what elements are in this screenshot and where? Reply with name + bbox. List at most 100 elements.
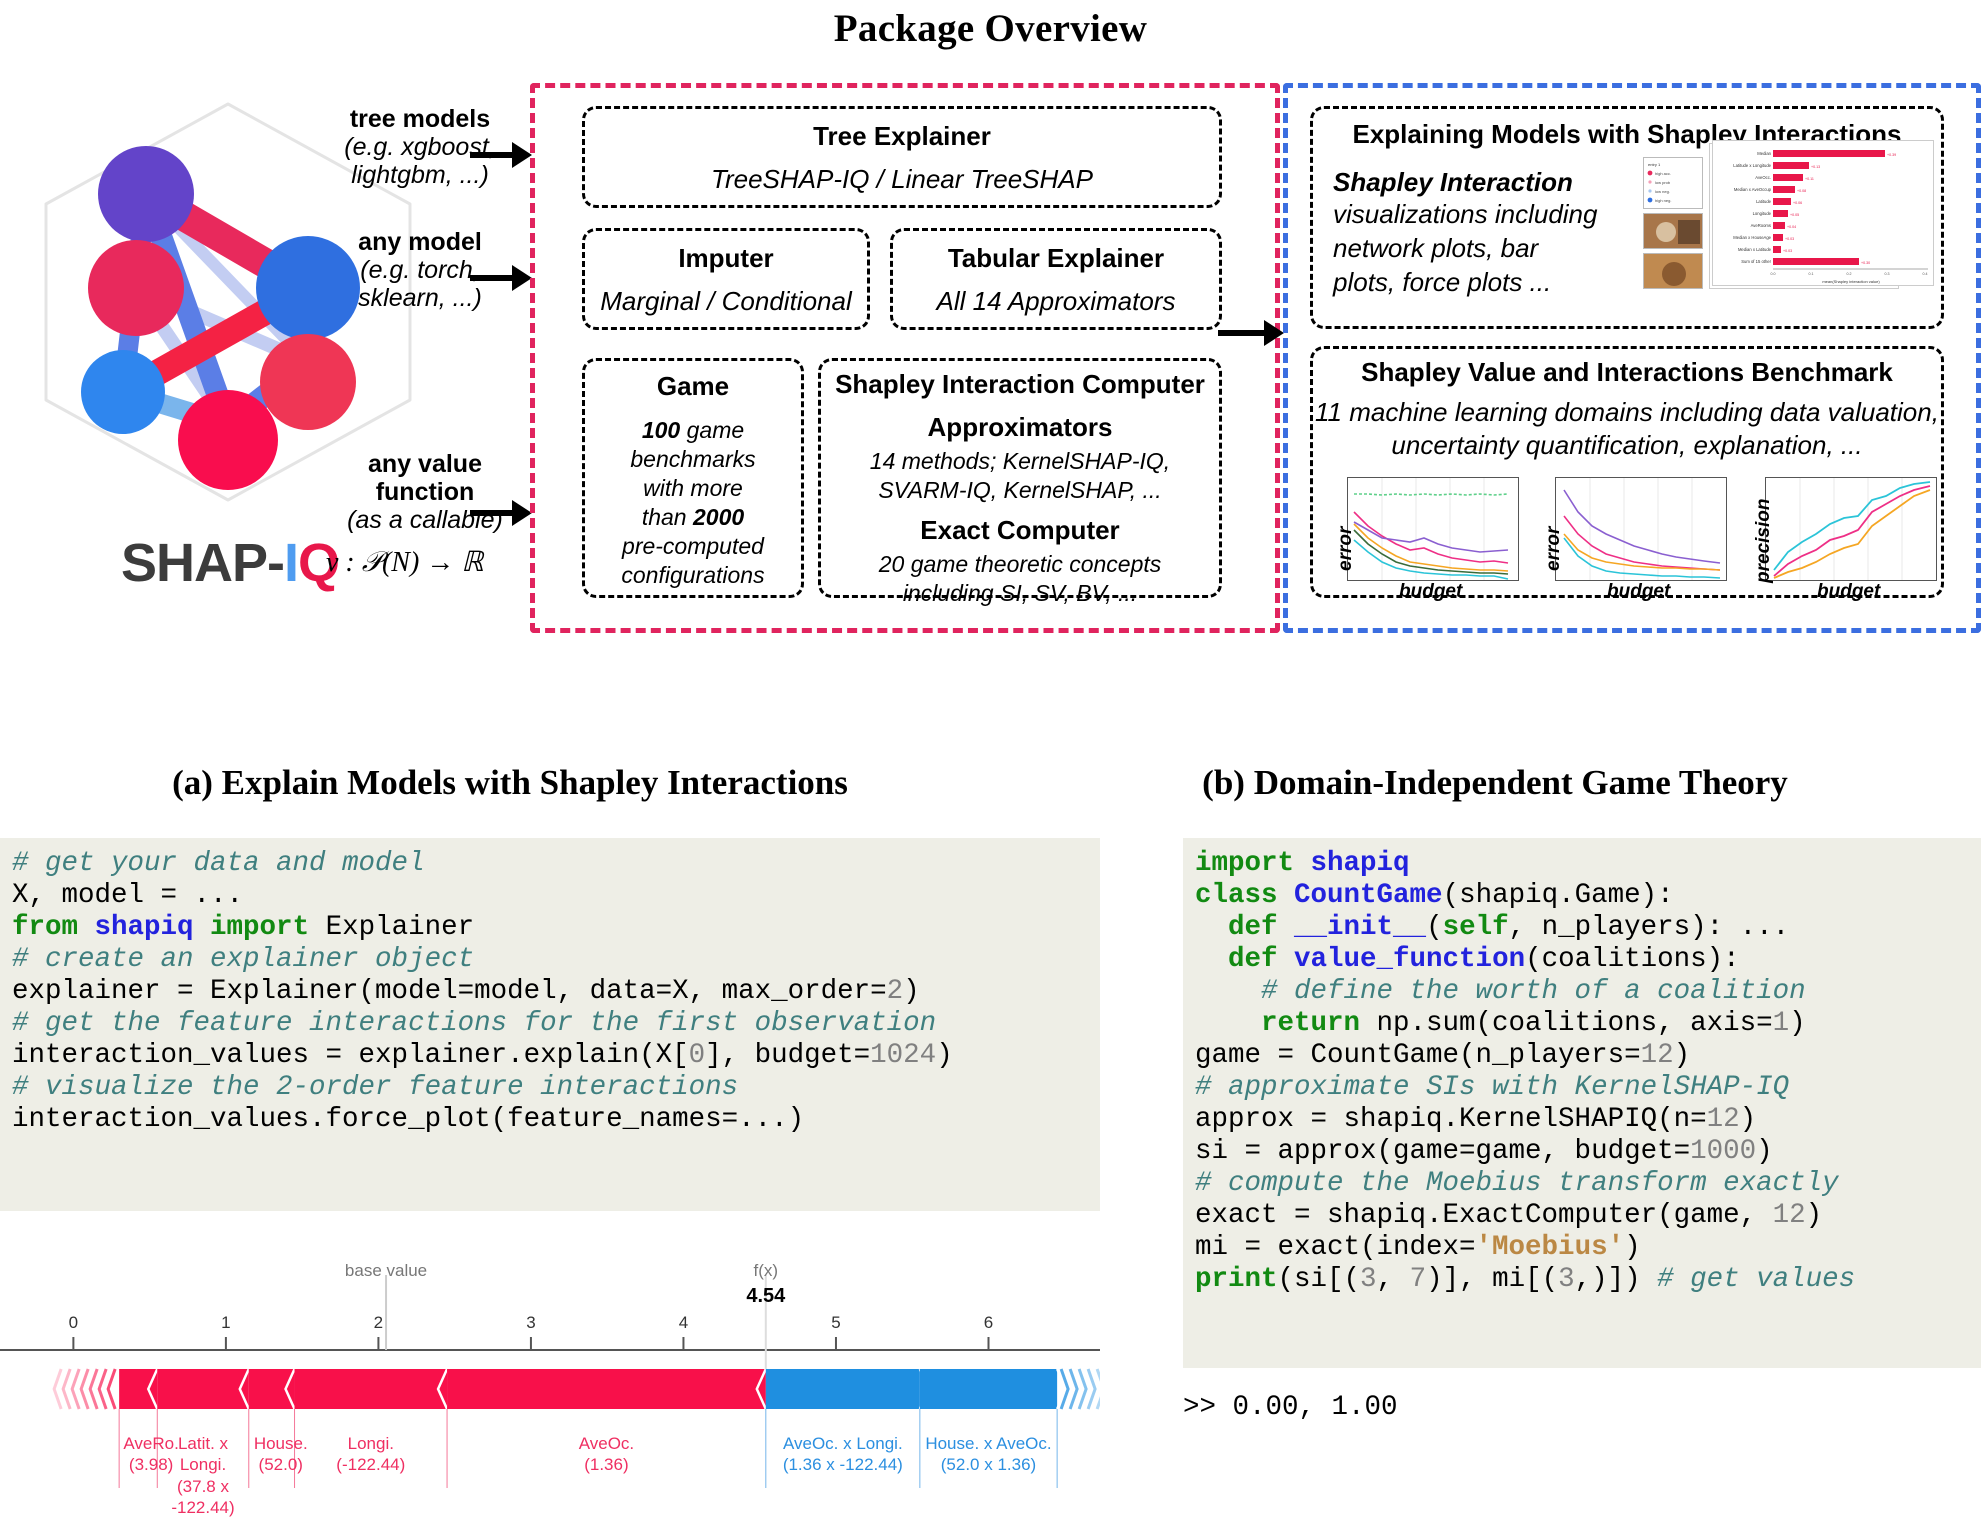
code-line: print(si[(3, 7)], mi[(3,)]) # get values	[1195, 1264, 1969, 1296]
box-imputer-title: Imputer	[585, 243, 867, 274]
code-line: interaction_values = explainer.explain(X…	[12, 1040, 1088, 1072]
svg-text:+0.39: +0.39	[1887, 153, 1896, 157]
svg-text:high acc.: high acc.	[1655, 171, 1671, 176]
box-tree-explainer[interactable]: Tree Explainer TreeSHAP-IQ / Linear Tree…	[582, 106, 1222, 208]
benchmark-chart-2	[1555, 477, 1727, 581]
svg-text:Latitude: Latitude	[1756, 199, 1772, 204]
code-line: approx = shapiq.KernelSHAPIQ(n=12)	[1195, 1104, 1969, 1136]
svg-text:+0.05: +0.05	[1790, 213, 1799, 217]
section-a-heading: (a) Explain Models with Shapley Interact…	[30, 763, 990, 803]
svg-text:entry 1: entry 1	[1648, 162, 1661, 167]
page-title: Package Overview	[0, 6, 1981, 51]
code-line: def value_function(coalitions):	[1195, 944, 1969, 976]
force-plot-fx-value: 4.54	[721, 1285, 811, 1308]
svg-text:Median x AveOccup: Median x AveOccup	[1734, 187, 1772, 192]
code-line: from shapiq import Explainer	[12, 912, 1088, 944]
code-line: si = approx(game=game, budget=1000)	[1195, 1136, 1969, 1168]
svg-text:Median x Latitude: Median x Latitude	[1738, 247, 1772, 252]
logo-text-blue: I	[284, 533, 298, 593]
box-benchmark-title: Shapley Value and Interactions Benchmark	[1313, 357, 1941, 388]
box-imputer[interactable]: Imputer Marginal / Conditional	[582, 228, 870, 330]
feature-name: AveOc.	[449, 1433, 764, 1454]
feature-value: (1.36 x -122.44)	[768, 1454, 918, 1475]
svg-text:Median x HouseAge: Median x HouseAge	[1733, 235, 1771, 240]
code-line: # define the worth of a coalition	[1195, 976, 1969, 1008]
force-plot-fx-label: f(x)	[726, 1261, 806, 1281]
force-plot-segment	[157, 1369, 249, 1409]
force-plot-segment	[119, 1369, 157, 1409]
force-plot-feature-label: House. x AveOc.(52.0 x 1.36)	[922, 1433, 1055, 1476]
arrow-core-to-apps	[1218, 320, 1286, 346]
svg-text:low prob: low prob	[1655, 180, 1671, 185]
box-benchmark-body: 11 machine learning domains including da…	[1313, 396, 1941, 461]
feature-name: House. x AveOc.	[922, 1433, 1055, 1454]
force-plot-feature-label: Longi.(-122.44)	[297, 1433, 446, 1476]
code-line: # get your data and model	[12, 848, 1088, 880]
code-line: # get the feature interactions for the f…	[12, 1008, 1088, 1040]
input-label-tree-models-title: tree models	[320, 105, 520, 133]
code-line: # approximate SIs with KernelSHAP-IQ	[1195, 1072, 1969, 1104]
force-plot-tick: 4	[679, 1313, 688, 1332]
box-tree-explainer-title: Tree Explainer	[585, 121, 1219, 152]
svg-text:+0.30: +0.30	[1861, 261, 1870, 265]
box-imputer-sub: Marginal / Conditional	[585, 286, 867, 317]
force-plot-tick: 5	[831, 1313, 840, 1332]
code-line: explainer = Explainer(model=model, data=…	[12, 976, 1088, 1008]
svg-text:0.4: 0.4	[1923, 272, 1928, 276]
box-game[interactable]: Game 100 game benchmarks with more than …	[582, 358, 804, 598]
arrow-any-value-function	[470, 500, 532, 526]
svg-text:Sum of 15 other: Sum of 15 other	[1741, 259, 1771, 264]
svg-text:Median: Median	[1757, 151, 1771, 156]
input-label-any-value-function-title: any value function	[320, 450, 530, 506]
svg-text:Longitude: Longitude	[1753, 211, 1772, 216]
arrow-tree-models	[470, 142, 532, 168]
svg-text:+0.04: +0.04	[1787, 225, 1796, 229]
svg-text:mean(Shapley interaction value: mean(Shapley interaction value)	[1822, 279, 1880, 284]
svg-text:Latitude x Longitude: Latitude x Longitude	[1733, 163, 1771, 168]
input-label-any-model-title: any model	[320, 228, 520, 256]
code-line: # visualize the 2-order feature interact…	[12, 1072, 1088, 1104]
feature-name: Latit. x Longi.	[159, 1433, 247, 1476]
code-line: mi = exact(index='Moebius')	[1195, 1232, 1969, 1264]
box-exact-computer-body: 20 game theoretic concepts including SI,…	[821, 550, 1219, 608]
feature-value: (52.0 x 1.36)	[922, 1454, 1055, 1475]
force-plot-segment	[447, 1369, 766, 1409]
force-plot-segment	[295, 1369, 448, 1409]
force-plot-tick: 3	[526, 1313, 535, 1332]
feature-value: (37.8 x -122.44)	[159, 1476, 247, 1518]
shell-output: >> 0.00, 1.00	[1183, 1392, 1398, 1423]
svg-text:0.1: 0.1	[1809, 272, 1814, 276]
svg-text:+0.03: +0.03	[1783, 249, 1792, 253]
svg-text:low neg.: low neg.	[1655, 189, 1670, 194]
force-plot-base-value-label: base value	[336, 1261, 436, 1281]
feature-name: Longi.	[297, 1433, 446, 1454]
code-line: return np.sum(coalitions, axis=1)	[1195, 1008, 1969, 1040]
box-tabular-explainer[interactable]: Tabular Explainer All 14 Approximators	[890, 228, 1222, 330]
box-shapley-interaction-computer-title: Shapley Interaction Computer	[821, 369, 1219, 400]
feature-value: (1.36)	[449, 1454, 764, 1475]
svg-text:+0.03: +0.03	[1785, 237, 1794, 241]
box-shapley-interaction-computer[interactable]: Shapley Interaction Computer Approximato…	[818, 358, 1222, 598]
code-block-explain-models[interactable]: # get your data and modelX, model = ...f…	[0, 838, 1100, 1211]
thumb-bar-plot: Median Latitude x Longitude AveOcc. Medi…	[1712, 140, 1934, 286]
box-approximators-body: 14 methods; KernelSHAP-IQ, SVARM-IQ, Ker…	[821, 447, 1219, 505]
force-plot-feature-label: Latit. x Longi.(37.8 x -122.44)	[159, 1433, 247, 1518]
svg-text:+0.06: +0.06	[1793, 201, 1802, 205]
svg-text:AveOcc.: AveOcc.	[1755, 175, 1771, 180]
arrow-any-model	[470, 265, 532, 291]
box-exact-computer-title: Exact Computer	[821, 515, 1219, 546]
svg-text:+0.11: +0.11	[1805, 177, 1814, 181]
code-line: import shapiq	[1195, 848, 1969, 880]
box-benchmark[interactable]: Shapley Value and Interactions Benchmark…	[1310, 346, 1944, 598]
svg-text:AveRooms: AveRooms	[1751, 223, 1771, 228]
svg-text:+0.13: +0.13	[1811, 165, 1820, 169]
force-plot-tick: 6	[984, 1313, 993, 1332]
force-plot-feature-label: AveOc.(1.36)	[449, 1433, 764, 1476]
benchmark-chart-1-xlabel: budget	[1399, 581, 1462, 603]
box-approximators-title: Approximators	[821, 412, 1219, 443]
force-plot-tick: 2	[374, 1313, 383, 1332]
code-block-game-theory[interactable]: import shapiqclass CountGame(shapiq.Game…	[1183, 838, 1981, 1368]
force-plot-tick: 0	[69, 1313, 78, 1332]
box-tabular-explainer-title: Tabular Explainer	[893, 243, 1219, 274]
svg-text:0.0: 0.0	[1771, 272, 1776, 276]
